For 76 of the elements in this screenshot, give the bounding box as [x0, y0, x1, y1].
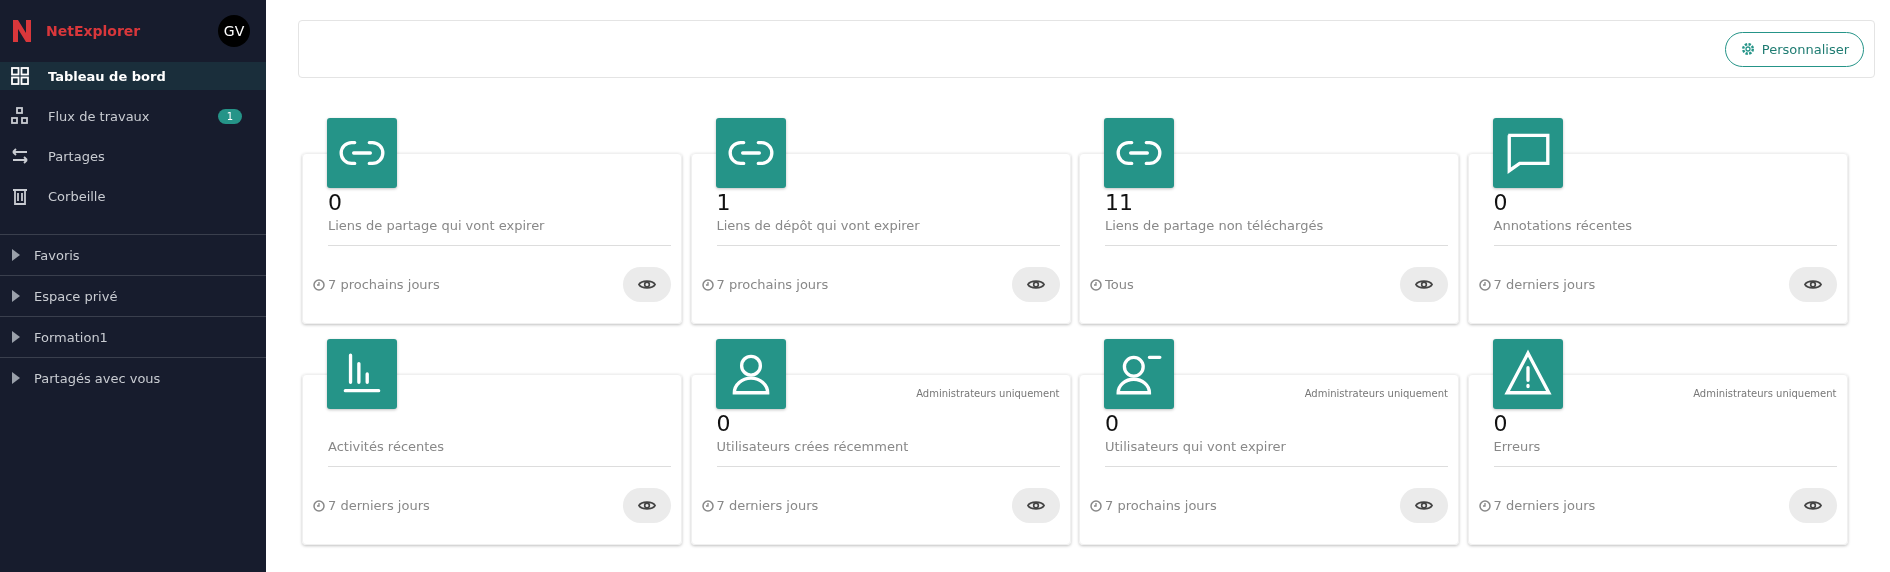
- bar-chart-icon: [327, 339, 397, 409]
- view-button[interactable]: [623, 488, 671, 523]
- warning-icon: [1492, 339, 1563, 409]
- stat-label: Erreurs: [1493, 439, 1837, 467]
- stat-label: Activités récentes: [328, 439, 671, 467]
- folder-section[interactable]: Espace privé: [0, 276, 266, 317]
- eye-icon: [638, 499, 656, 512]
- admin-note: Administrateurs uniquement: [1304, 388, 1448, 399]
- link-icon: [715, 118, 786, 188]
- stat-label: Liens de partage non téléchargés: [1105, 218, 1448, 246]
- admin-note: Administrateurs uniquement: [916, 388, 1060, 399]
- period-text: 7 derniers jours: [328, 498, 430, 513]
- nav-item[interactable]: Tableau de bord: [0, 62, 266, 90]
- grid-icon: [10, 66, 30, 86]
- brand-name: NetExplorer: [46, 23, 142, 39]
- count-badge: 1: [217, 108, 242, 124]
- stat-count: 0: [328, 190, 343, 217]
- eye-icon: [638, 278, 656, 291]
- user-avatar[interactable]: GV: [218, 15, 250, 47]
- view-button[interactable]: [1788, 488, 1837, 523]
- eye-icon: [1415, 499, 1433, 512]
- logo-icon: [12, 19, 32, 43]
- stat-count: 0: [1105, 411, 1120, 438]
- nodes-icon: [10, 106, 30, 126]
- view-button[interactable]: [1011, 267, 1060, 302]
- stat-label: Liens de partage qui vont expirer: [328, 218, 671, 246]
- stat-count: 0: [1493, 190, 1509, 217]
- user-minus-icon: [1104, 339, 1174, 409]
- stat-count: 0: [716, 411, 732, 438]
- folder-section[interactable]: Formation1: [0, 317, 266, 358]
- period-text: 7 derniers jours: [716, 498, 819, 513]
- speech-bubble-icon: [1492, 118, 1563, 188]
- stat-count: 1: [716, 190, 732, 217]
- clock-icon: [313, 278, 325, 291]
- stat-label: Annotations récentes: [1493, 218, 1837, 246]
- trash-icon: [10, 186, 30, 206]
- stat-label: Utilisateurs crées récemment: [716, 439, 1060, 467]
- link-icon: [1104, 118, 1174, 188]
- eye-icon: [1026, 499, 1045, 512]
- clock-icon: [1478, 278, 1491, 291]
- admin-note: Administrateurs uniquement: [1693, 388, 1837, 399]
- period-text: 7 prochains jours: [1105, 498, 1217, 513]
- stat-count: 0: [1493, 411, 1509, 438]
- stat-label: Liens de dépôt qui vont expirer: [716, 218, 1060, 246]
- clock-icon: [1090, 278, 1102, 291]
- customize-button[interactable]: Personnaliser: [1724, 31, 1864, 67]
- folder-section[interactable]: Favoris: [0, 235, 266, 276]
- clock-icon: [1478, 499, 1491, 512]
- view-button[interactable]: [1400, 488, 1448, 523]
- stat-count: 11: [1105, 190, 1134, 217]
- eye-icon: [1415, 278, 1433, 291]
- view-button[interactable]: [1011, 488, 1060, 523]
- nav-item[interactable]: Partages: [0, 142, 266, 170]
- folder-section[interactable]: Partagés avec vous: [0, 358, 266, 398]
- period-text: 7 derniers jours: [1493, 277, 1596, 292]
- nav-item[interactable]: Flux de travaux 1: [0, 102, 266, 130]
- swap-arrows-icon: [10, 146, 30, 166]
- stat-label: Utilisateurs qui vont expirer: [1105, 439, 1448, 467]
- eye-icon: [1803, 499, 1822, 512]
- user-icon: [715, 339, 786, 409]
- link-icon: [327, 118, 397, 188]
- clock-icon: [313, 499, 325, 512]
- nav-item[interactable]: Corbeille: [0, 182, 266, 210]
- view-button[interactable]: [1788, 267, 1837, 302]
- period-text: 7 prochains jours: [716, 277, 829, 292]
- period-text: Tous: [1105, 277, 1134, 292]
- period-text: 7 prochains jours: [328, 277, 440, 292]
- view-button[interactable]: [623, 267, 671, 302]
- clock-icon: [1090, 499, 1102, 512]
- period-text: 7 derniers jours: [1493, 498, 1596, 513]
- eye-icon: [1803, 278, 1822, 291]
- clock-icon: [701, 278, 714, 291]
- eye-icon: [1026, 278, 1045, 291]
- view-button[interactable]: [1400, 267, 1448, 302]
- clock-icon: [701, 499, 714, 512]
- gear-icon: [1739, 41, 1756, 57]
